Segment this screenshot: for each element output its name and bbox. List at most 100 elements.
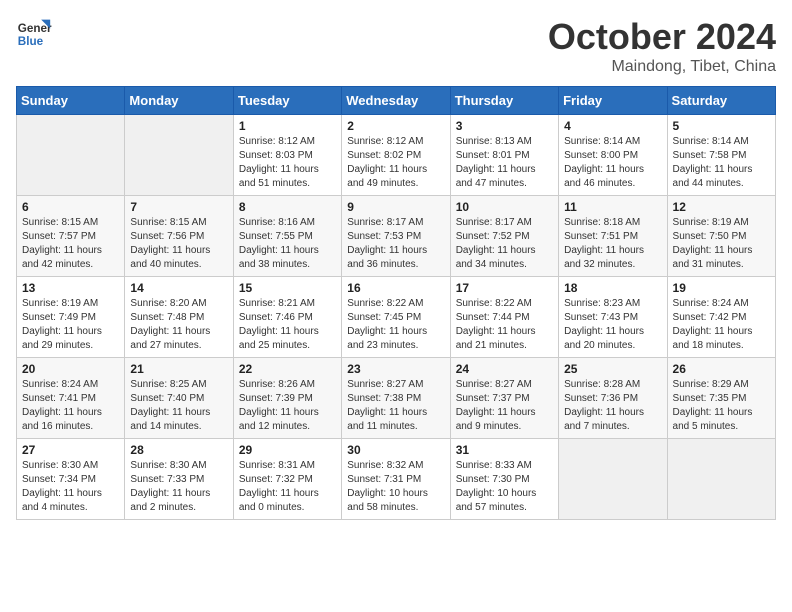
calendar-cell [17, 115, 125, 196]
day-info: Sunrise: 8:14 AM Sunset: 7:58 PM Dayligh… [673, 135, 770, 191]
calendar-cell: 20Sunrise: 8:24 AM Sunset: 7:41 PM Dayli… [17, 358, 125, 439]
day-info: Sunrise: 8:28 AM Sunset: 7:36 PM Dayligh… [564, 378, 661, 434]
calendar-week-4: 20Sunrise: 8:24 AM Sunset: 7:41 PM Dayli… [17, 358, 776, 439]
day-info: Sunrise: 8:19 AM Sunset: 7:49 PM Dayligh… [22, 297, 119, 353]
calendar-cell: 15 Sunrise: 8:21 AM Sunset: 7:46 PM Dayli… [233, 277, 341, 358]
day-number: 24 [456, 362, 553, 376]
day-number: 1 [239, 119, 336, 133]
day-header-thursday: Thursday [450, 87, 558, 115]
day-info: Sunrise: 8:19 AM Sunset: 7:50 PM Dayligh… [673, 216, 770, 272]
day-header-saturday: Saturday [667, 87, 775, 115]
calendar-cell: 7 Sunrise: 8:15 AM Sunset: 7:56 PM Daylig… [125, 196, 233, 277]
day-number: 27 [22, 443, 119, 457]
day-number: 16 [347, 281, 444, 295]
day-number: 14 [130, 281, 227, 295]
calendar-cell: 19 Sunrise: 8:24 AM Sunset: 7:42 PM Dayli… [667, 277, 775, 358]
day-number: 22 [239, 362, 336, 376]
day-info: Sunrise: 8:26 AM Sunset: 7:39 PM Dayligh… [239, 378, 336, 434]
day-number: 29 [239, 443, 336, 457]
calendar-cell: 17Sunrise: 8:22 AM Sunset: 7:44 PM Dayli… [450, 277, 558, 358]
day-info: Sunrise: 8:12 AM Sunset: 8:03 PM Dayligh… [239, 135, 336, 191]
day-info: Sunrise: 8:27 AM Sunset: 7:37 PM Dayligh… [456, 378, 553, 434]
day-number: 30 [347, 443, 444, 457]
day-number: 25 [564, 362, 661, 376]
day-info: Sunrise: 8:13 AM Sunset: 8:01 PM Dayligh… [456, 135, 553, 191]
day-info: Sunrise: 8:25 AM Sunset: 7:40 PM Dayligh… [130, 378, 227, 434]
calendar-cell: 2Sunrise: 8:12 AM Sunset: 8:02 PM Daylig… [342, 115, 450, 196]
day-info: Sunrise: 8:17 AM Sunset: 7:52 PM Dayligh… [456, 216, 553, 272]
calendar-cell: 13 Sunrise: 8:19 AM Sunset: 7:49 PM Dayli… [17, 277, 125, 358]
day-info: Sunrise: 8:30 AM Sunset: 7:33 PM Dayligh… [130, 459, 227, 515]
svg-text:Blue: Blue [18, 35, 44, 48]
day-info: Sunrise: 8:18 AM Sunset: 7:51 PM Dayligh… [564, 216, 661, 272]
page-header: General Blue October 2024 Maindong, Tibe… [16, 16, 776, 76]
calendar-cell [559, 439, 667, 520]
day-number: 19 [673, 281, 770, 295]
day-number: 6 [22, 200, 119, 214]
calendar-header-row: SundayMondayTuesdayWednesdayThursdayFrid… [17, 87, 776, 115]
calendar-cell [125, 115, 233, 196]
calendar-cell: 24 Sunrise: 8:27 AM Sunset: 7:37 PM Dayli… [450, 358, 558, 439]
day-number: 20 [22, 362, 119, 376]
calendar-cell: 25 Sunrise: 8:28 AM Sunset: 7:36 PM Dayli… [559, 358, 667, 439]
day-number: 18 [564, 281, 661, 295]
calendar-cell: 5Sunrise: 8:14 AM Sunset: 7:58 PM Daylig… [667, 115, 775, 196]
calendar-cell: 10 Sunrise: 8:17 AM Sunset: 7:52 PM Dayli… [450, 196, 558, 277]
day-info: Sunrise: 8:14 AM Sunset: 8:00 PM Dayligh… [564, 135, 661, 191]
day-number: 10 [456, 200, 553, 214]
day-info: Sunrise: 8:21 AM Sunset: 7:46 PM Dayligh… [239, 297, 336, 353]
day-info: Sunrise: 8:20 AM Sunset: 7:48 PM Dayligh… [130, 297, 227, 353]
day-number: 13 [22, 281, 119, 295]
calendar-cell: 14 Sunrise: 8:20 AM Sunset: 7:48 PM Dayli… [125, 277, 233, 358]
day-number: 8 [239, 200, 336, 214]
calendar-cell: 22 Sunrise: 8:26 AM Sunset: 7:39 PM Dayli… [233, 358, 341, 439]
day-info: Sunrise: 8:16 AM Sunset: 7:55 PM Dayligh… [239, 216, 336, 272]
calendar-cell: 26 Sunrise: 8:29 AM Sunset: 7:35 PM Dayli… [667, 358, 775, 439]
calendar-cell: 21Sunrise: 8:25 AM Sunset: 7:40 PM Dayli… [125, 358, 233, 439]
day-number: 28 [130, 443, 227, 457]
day-number: 23 [347, 362, 444, 376]
location-subtitle: Maindong, Tibet, China [548, 58, 776, 76]
logo: General Blue [16, 16, 52, 52]
day-header-tuesday: Tuesday [233, 87, 341, 115]
day-info: Sunrise: 8:29 AM Sunset: 7:35 PM Dayligh… [673, 378, 770, 434]
calendar-table: SundayMondayTuesdayWednesdayThursdayFrid… [16, 86, 776, 520]
day-info: Sunrise: 8:30 AM Sunset: 7:34 PM Dayligh… [22, 459, 119, 515]
day-header-wednesday: Wednesday [342, 87, 450, 115]
calendar-week-2: 6 Sunrise: 8:15 AM Sunset: 7:57 PM Daylig… [17, 196, 776, 277]
day-info: Sunrise: 8:24 AM Sunset: 7:42 PM Dayligh… [673, 297, 770, 353]
calendar-cell: 31Sunrise: 8:33 AM Sunset: 7:30 PM Dayli… [450, 439, 558, 520]
calendar-cell: 27 Sunrise: 8:30 AM Sunset: 7:34 PM Dayli… [17, 439, 125, 520]
calendar-cell: 9 Sunrise: 8:17 AM Sunset: 7:53 PM Daylig… [342, 196, 450, 277]
calendar-cell: 12 Sunrise: 8:19 AM Sunset: 7:50 PM Dayli… [667, 196, 775, 277]
day-info: Sunrise: 8:15 AM Sunset: 7:57 PM Dayligh… [22, 216, 119, 272]
day-info: Sunrise: 8:22 AM Sunset: 7:44 PM Dayligh… [456, 297, 553, 353]
month-title: October 2024 [548, 16, 776, 58]
calendar-cell: 11Sunrise: 8:18 AM Sunset: 7:51 PM Dayli… [559, 196, 667, 277]
day-number: 4 [564, 119, 661, 133]
calendar-cell: 8 Sunrise: 8:16 AM Sunset: 7:55 PM Daylig… [233, 196, 341, 277]
day-number: 26 [673, 362, 770, 376]
calendar-week-1: 1 Sunrise: 8:12 AM Sunset: 8:03 PM Daylig… [17, 115, 776, 196]
day-number: 15 [239, 281, 336, 295]
day-info: Sunrise: 8:17 AM Sunset: 7:53 PM Dayligh… [347, 216, 444, 272]
day-number: 9 [347, 200, 444, 214]
calendar-cell [667, 439, 775, 520]
day-header-friday: Friday [559, 87, 667, 115]
calendar-cell: 6 Sunrise: 8:15 AM Sunset: 7:57 PM Daylig… [17, 196, 125, 277]
day-info: Sunrise: 8:27 AM Sunset: 7:38 PM Dayligh… [347, 378, 444, 434]
day-info: Sunrise: 8:15 AM Sunset: 7:56 PM Dayligh… [130, 216, 227, 272]
calendar-cell: 4 Sunrise: 8:14 AM Sunset: 8:00 PM Daylig… [559, 115, 667, 196]
day-info: Sunrise: 8:31 AM Sunset: 7:32 PM Dayligh… [239, 459, 336, 515]
title-block: October 2024 Maindong, Tibet, China [548, 16, 776, 76]
day-info: Sunrise: 8:12 AM Sunset: 8:02 PM Dayligh… [347, 135, 444, 191]
calendar-cell: 16Sunrise: 8:22 AM Sunset: 7:45 PM Dayli… [342, 277, 450, 358]
calendar-cell: 29 Sunrise: 8:31 AM Sunset: 7:32 PM Dayli… [233, 439, 341, 520]
calendar-body: 1 Sunrise: 8:12 AM Sunset: 8:03 PM Daylig… [17, 115, 776, 520]
calendar-cell: 3Sunrise: 8:13 AM Sunset: 8:01 PM Daylig… [450, 115, 558, 196]
day-info: Sunrise: 8:23 AM Sunset: 7:43 PM Dayligh… [564, 297, 661, 353]
logo-icon: General Blue [16, 16, 52, 52]
day-number: 7 [130, 200, 227, 214]
day-header-sunday: Sunday [17, 87, 125, 115]
day-number: 12 [673, 200, 770, 214]
